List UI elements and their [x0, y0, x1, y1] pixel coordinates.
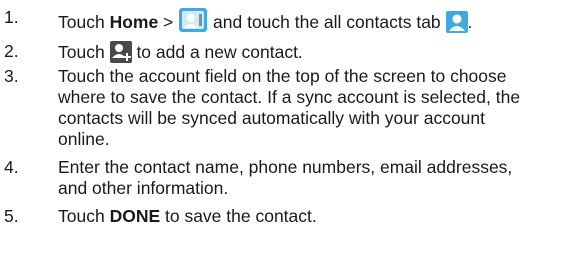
contacts-app-icon	[178, 7, 208, 38]
add-contact-icon	[109, 41, 132, 68]
step-number: 2.	[4, 41, 19, 61]
step-number: 5.	[4, 206, 19, 226]
step-text: and touch the all contacts tab	[213, 12, 446, 32]
step-text: .	[467, 12, 473, 32]
step-number: 3.	[4, 66, 19, 86]
all-contacts-tab-icon	[445, 11, 468, 38]
step-text-line: where to save the contact. If a sync acc…	[58, 87, 521, 107]
done-label: DONE	[109, 206, 161, 226]
step-text: to save the contact.	[160, 206, 317, 226]
home-label: Home	[109, 12, 159, 32]
step-number: 4.	[4, 157, 19, 177]
step-text-line: online.	[58, 129, 110, 149]
step-text: Touch	[58, 206, 110, 226]
step-text: Touch	[58, 12, 110, 32]
step-text-line: Enter the contact name, phone numbers, e…	[58, 157, 513, 177]
step-text: Touch	[58, 42, 110, 62]
step-text-line: contacts will be synced automatically wi…	[58, 108, 486, 128]
step-text-line: and other information.	[58, 178, 229, 198]
step-text: to add a new contact.	[136, 42, 303, 62]
step-text: >	[158, 12, 179, 32]
step-number: 1.	[4, 7, 19, 27]
step-text-line: Touch the account field on the top of th…	[58, 66, 507, 86]
